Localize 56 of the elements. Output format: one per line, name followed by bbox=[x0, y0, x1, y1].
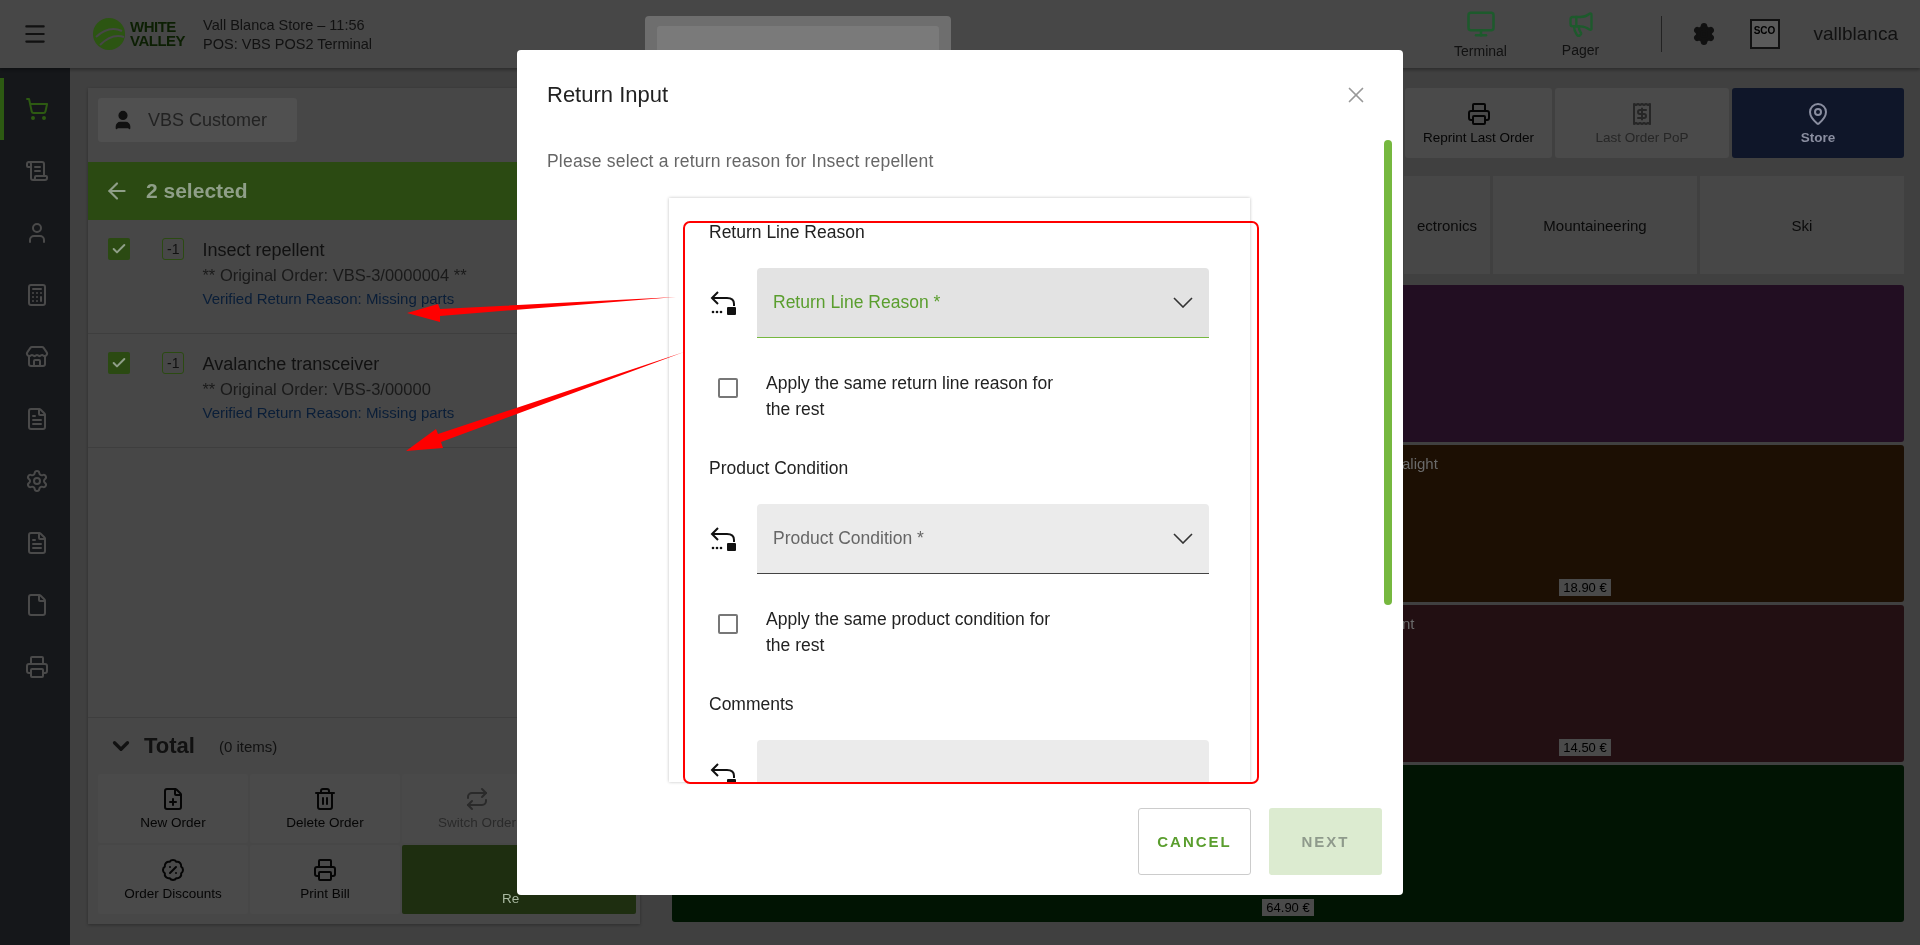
field-heading: Return Line Reason bbox=[709, 221, 866, 244]
printer-icon bbox=[1466, 101, 1491, 126]
store-icon bbox=[25, 345, 49, 369]
category-tab[interactable]: Ski bbox=[1700, 176, 1904, 274]
field-heading: Comments bbox=[709, 693, 795, 716]
chevron-icon bbox=[1173, 297, 1193, 308]
checkbox-label: Apply the same return line reason for the rest bbox=[766, 372, 1054, 421]
selection-count: 2 selected bbox=[146, 179, 248, 203]
cart-icon bbox=[25, 97, 49, 121]
dialog-message: Please select a return reason for Insect repellent bbox=[547, 151, 935, 172]
return-icon bbox=[709, 290, 739, 316]
discount-icon bbox=[161, 858, 185, 882]
return-icon bbox=[709, 526, 739, 552]
logo-text: WHITE VALLEY bbox=[130, 20, 186, 48]
location-pin-icon bbox=[1806, 101, 1830, 126]
megaphone-icon bbox=[1566, 10, 1595, 38]
receipt-icon bbox=[1630, 101, 1654, 126]
category-tab[interactable]: ectronics bbox=[1404, 176, 1490, 274]
toolbar-button[interactable]: Store bbox=[1732, 88, 1904, 158]
price-tag: 14.50 € bbox=[1559, 739, 1611, 756]
product-name: alight bbox=[1401, 455, 1439, 472]
printer-icon bbox=[313, 858, 337, 882]
trash-icon bbox=[313, 787, 337, 811]
settings-icon[interactable] bbox=[1691, 22, 1716, 46]
printer-icon bbox=[25, 655, 49, 679]
select-field[interactable]: Product Condition * bbox=[757, 504, 1209, 574]
settings-icon bbox=[25, 469, 49, 493]
file-icon bbox=[25, 593, 49, 617]
scrollbar[interactable] bbox=[1384, 140, 1392, 605]
select-field[interactable]: Return Line Reason * bbox=[757, 268, 1209, 338]
document-icon bbox=[25, 531, 49, 555]
price-tag: 18.90 € bbox=[1559, 579, 1611, 596]
field-heading: Product Condition bbox=[709, 457, 850, 480]
checkbox[interactable] bbox=[718, 614, 738, 634]
toolbar-button[interactable]: Reprint Last Order bbox=[1405, 88, 1552, 158]
scroll-icon bbox=[25, 159, 49, 183]
chevron-icon bbox=[1173, 533, 1193, 544]
return-reason: Verified Return Reason: Missing parts bbox=[202, 403, 456, 423]
dialog-title: Return Input bbox=[547, 82, 669, 108]
return-reason: Verified Return Reason: Missing parts bbox=[202, 289, 456, 309]
checkbox[interactable] bbox=[108, 238, 130, 260]
checkbox[interactable] bbox=[108, 352, 130, 374]
price-tag: 64.90 € bbox=[1262, 899, 1314, 916]
swap-icon bbox=[465, 787, 489, 811]
document-icon bbox=[25, 407, 49, 431]
return-icon bbox=[709, 762, 739, 782]
monitor-icon bbox=[1465, 9, 1496, 39]
checkbox[interactable] bbox=[718, 378, 738, 398]
product-name: nt bbox=[1401, 615, 1416, 632]
logo-icon bbox=[92, 17, 126, 51]
sco-icon[interactable]: SCO bbox=[1749, 19, 1780, 49]
file-plus-icon bbox=[161, 787, 185, 811]
checkbox-label: Apply the same product condition for the rest bbox=[766, 608, 1052, 657]
category-tab[interactable]: Mountaineering bbox=[1493, 176, 1697, 274]
cancel-button[interactable]: CANCEL bbox=[1138, 808, 1251, 875]
calculator-icon bbox=[25, 283, 49, 307]
